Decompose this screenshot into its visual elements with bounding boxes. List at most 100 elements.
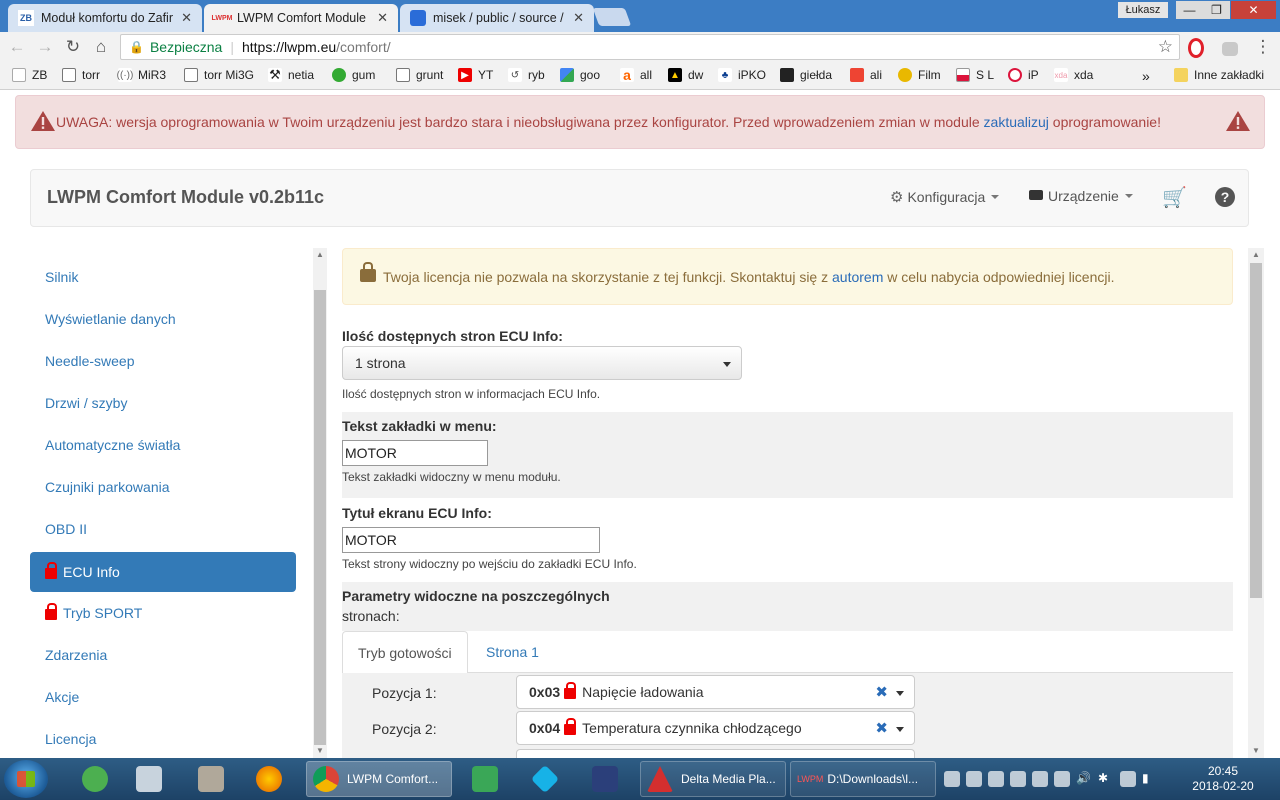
scroll-down-icon[interactable]: ▼ (313, 744, 327, 758)
taskbar-delta-media-player[interactable]: Delta Media Pla... (640, 761, 786, 797)
volume-icon[interactable]: 🔊 (1076, 771, 1092, 787)
tab-standby[interactable]: Tryb gotowości (342, 631, 468, 674)
tab-page-1[interactable]: Strona 1 (471, 631, 554, 673)
bookmark-item[interactable]: goo (560, 68, 600, 82)
app-brand[interactable]: LWPM Comfort Module v0.2b11c (47, 187, 324, 208)
utorrent-icon[interactable] (70, 761, 120, 797)
position-2-select[interactable]: 0x04 Temperatura czynnika chłodzącego ✖ (516, 711, 915, 745)
minimize-icon[interactable]: — (1176, 1, 1203, 19)
installer-icon[interactable] (186, 761, 236, 797)
close-icon[interactable]: ✕ (181, 10, 192, 26)
bookmark-item[interactable]: S L (956, 68, 994, 82)
bookmark-item[interactable]: ▶ YT (458, 68, 493, 82)
sidebar-item-needle-sweep[interactable]: Needle-sweep (30, 341, 296, 381)
maximize-icon[interactable]: ❐ (1203, 1, 1230, 19)
bookmark-item[interactable]: iP (1008, 68, 1039, 82)
opera-extension-icon[interactable] (1188, 38, 1204, 58)
tray-app-icon[interactable] (1032, 771, 1048, 787)
sidebar-item-ecu-info[interactable]: ECU Info (30, 552, 296, 592)
upload-icon[interactable] (944, 771, 960, 787)
bookmark-item[interactable]: gum (332, 68, 375, 82)
sketchup-icon[interactable] (460, 761, 510, 797)
bookmarks-more-button[interactable]: » (1142, 68, 1150, 84)
taskbar-lwpm-downloads[interactable]: LWPM D:\Downloads\l... (790, 761, 936, 797)
clear-icon[interactable]: ✖ (875, 683, 888, 701)
reload-icon[interactable]: ↻ (62, 36, 84, 58)
browser-user[interactable]: Łukasz (1118, 2, 1168, 18)
taskbar-clock[interactable]: 20:45 2018-02-20 (1188, 764, 1258, 794)
sidebar-item-obd2[interactable]: OBD II (30, 509, 296, 549)
sidebar-scrollbar[interactable]: ▲ ▼ (313, 248, 327, 758)
page-scrollbar[interactable]: ▲ ▼ (1248, 248, 1264, 758)
bookmark-item[interactable]: giełda (780, 68, 832, 82)
position-3-select[interactable] (516, 749, 915, 758)
address-bar[interactable]: 🔒 Bezpieczna | https://lwpm.eu /comfort/… (120, 34, 1180, 60)
tray-app-icon[interactable] (988, 771, 1004, 787)
new-tab-button[interactable] (592, 8, 632, 26)
screen-title-input[interactable] (342, 527, 600, 553)
close-icon[interactable]: ✕ (573, 10, 584, 26)
browser-tab-lwpm[interactable]: LWPM LWPM Comfort Module ✕ (204, 4, 398, 32)
cloud-extension-icon[interactable] (1222, 42, 1238, 56)
bookmark-item[interactable]: torr (62, 68, 100, 82)
browser-tab-zafira[interactable]: ZB Moduł komfortu do Zafir ✕ (8, 4, 202, 32)
bookmark-item[interactable]: ZB (12, 68, 47, 82)
scrollbar-thumb[interactable] (1250, 263, 1262, 598)
network-monitor-icon[interactable] (1010, 771, 1026, 787)
floppy-icon[interactable] (580, 761, 630, 797)
position-1-select[interactable]: 0x03 Napięcie ładowania ✖ (516, 675, 915, 709)
sidebar-item-actions[interactable]: Akcje (30, 677, 296, 717)
bookmark-item[interactable]: a all (620, 67, 652, 83)
calculator-icon[interactable] (124, 761, 174, 797)
bookmark-item[interactable]: torr Mi3G (184, 68, 254, 82)
sidebar-item-license[interactable]: Licencja (30, 719, 296, 758)
kodi-icon[interactable] (520, 761, 570, 797)
sidebar-item-events[interactable]: Zdarzenia (30, 635, 296, 675)
menu-dots-icon[interactable]: ⋮ (1252, 36, 1274, 58)
taskbar-chrome-lwpm[interactable]: LWPM Comfort... (306, 761, 452, 797)
start-button[interactable] (4, 760, 48, 798)
network-icon[interactable] (1120, 771, 1136, 787)
bookmark-item[interactable]: ↺ ryb (508, 68, 545, 82)
home-icon[interactable]: ⌂ (90, 36, 112, 58)
clear-icon[interactable]: ✖ (875, 719, 888, 737)
bookmark-item[interactable]: grunt (396, 68, 443, 82)
cart-icon[interactable]: 🛒 (1162, 185, 1187, 210)
bluetooth-icon[interactable]: ✱ (1098, 771, 1114, 787)
scroll-up-icon[interactable]: ▲ (313, 248, 327, 262)
bookmark-item[interactable]: Film (898, 68, 941, 82)
help-icon[interactable]: ? (1215, 187, 1235, 207)
sidebar-item-doors-windows[interactable]: Drzwi / szyby (30, 383, 296, 423)
sidebar-item-silnik[interactable]: Silnik (30, 257, 296, 297)
menu-tab-text-input[interactable] (342, 440, 488, 466)
back-icon[interactable]: ← (6, 36, 28, 58)
forward-icon[interactable]: → (34, 36, 56, 58)
tray-app-icon[interactable] (1054, 771, 1070, 787)
firefox-icon[interactable] (244, 761, 294, 797)
scrollbar-thumb[interactable] (314, 290, 326, 745)
bookmark-item[interactable]: xda xda (1054, 68, 1093, 82)
config-dropdown[interactable]: ⚙ Konfiguracja (890, 188, 1000, 206)
bookmark-item[interactable]: ((·)) MiR3 (117, 68, 166, 82)
pages-count-select[interactable]: 1 strona (342, 346, 742, 380)
bookmark-item[interactable]: ▲ dw (668, 68, 703, 82)
sidebar-item-data-display[interactable]: Wyświetlanie danych (30, 299, 296, 339)
bookmark-item[interactable]: ♣ iPKO (718, 68, 766, 82)
update-link[interactable]: zaktualizuj (984, 114, 1049, 130)
sidebar-item-auto-lights[interactable]: Automatyczne światła (30, 425, 296, 465)
signal-icon[interactable]: ▮ (1142, 771, 1158, 787)
browser-tab-bitbucket[interactable]: misek / public / source / ✕ (400, 4, 594, 32)
sidebar-item-parking-sensors[interactable]: Czujniki parkowania (30, 467, 296, 507)
bookmark-item[interactable]: ali (850, 68, 882, 82)
bookmark-star-icon[interactable]: ☆ (1158, 37, 1173, 57)
tray-app-icon[interactable] (966, 771, 982, 787)
close-icon[interactable]: ✕ (377, 10, 388, 26)
window-close-icon[interactable]: ✕ (1231, 1, 1276, 19)
scroll-up-icon[interactable]: ▲ (1248, 248, 1264, 262)
other-bookmarks-folder[interactable]: Inne zakładki (1174, 68, 1264, 82)
bookmark-item[interactable]: ⚒ netia (268, 67, 314, 82)
device-dropdown[interactable]: Urządzenie (1029, 188, 1133, 204)
author-link[interactable]: autorem (832, 269, 883, 285)
scroll-down-icon[interactable]: ▼ (1248, 744, 1264, 758)
sidebar-item-sport-mode[interactable]: Tryb SPORT (30, 593, 296, 633)
